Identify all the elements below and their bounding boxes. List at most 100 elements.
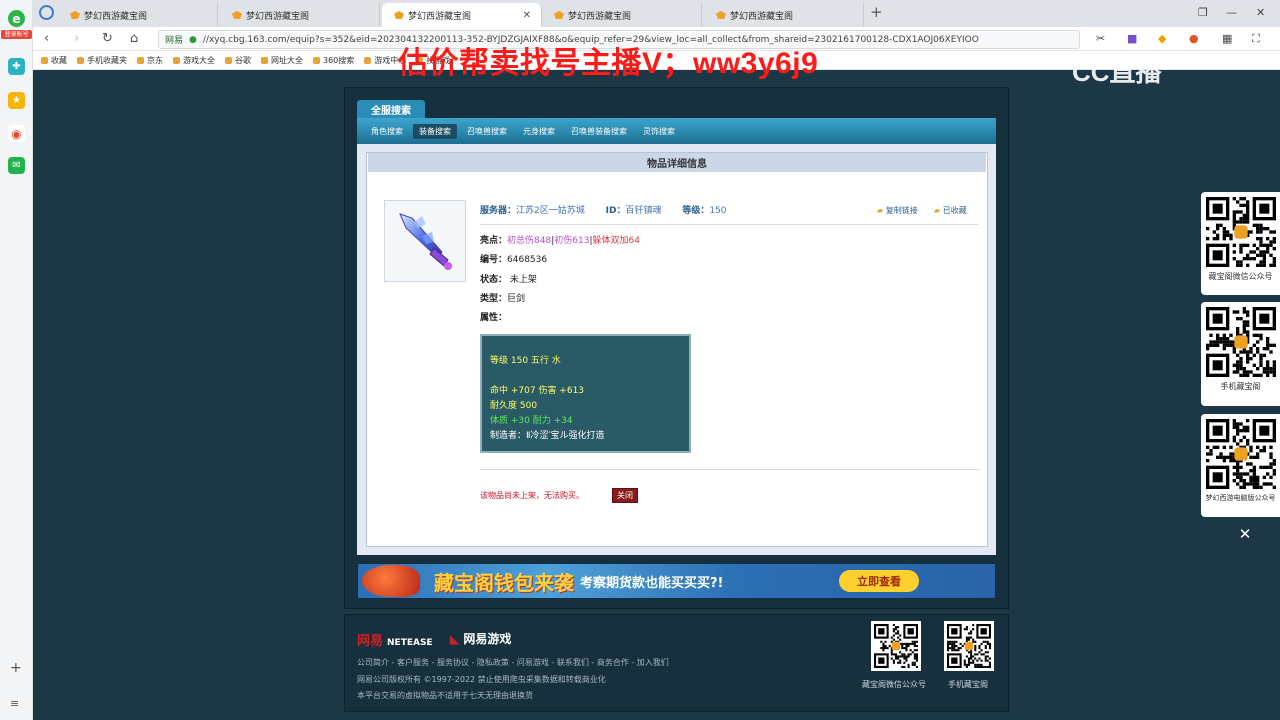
bookmark[interactable]: 网址大全 bbox=[261, 55, 303, 66]
menu-icon[interactable]: ≡ bbox=[10, 697, 19, 710]
extension-icon[interactable]: ■ bbox=[1127, 32, 1137, 45]
bookmark[interactable]: 手机收藏夹 bbox=[77, 55, 127, 66]
tab-favicon-icon bbox=[716, 11, 726, 19]
subnav-lingshi-search[interactable]: 灵饰搜索 bbox=[637, 124, 681, 139]
footer-qr-wechat bbox=[871, 621, 921, 671]
grid-icon[interactable]: ▦ bbox=[1222, 32, 1232, 45]
status-label: 状态： bbox=[480, 275, 508, 285]
side-qr-label: 手机藏宝阁 bbox=[1220, 382, 1261, 391]
subnav-pet-search[interactable]: 召唤兽搜索 bbox=[461, 124, 513, 139]
attributes-label: 属性： bbox=[480, 313, 508, 323]
banner-subtext: 考察期货款也能买买买?! bbox=[580, 575, 724, 591]
close-window-icon[interactable]: ✕ bbox=[1256, 6, 1265, 19]
item-image bbox=[384, 200, 466, 282]
subnav-pet-equip-search[interactable]: 召唤兽装备搜索 bbox=[565, 124, 633, 139]
highlights-row: 亮点：初总伤848|初伤613|躲体双加64 bbox=[480, 236, 640, 246]
mail-icon[interactable]: ✉ bbox=[8, 157, 25, 174]
netease-games-logo: ◣ 网易游戏 bbox=[450, 632, 512, 646]
back-icon[interactable]: ‹ bbox=[44, 31, 49, 46]
browser-home-icon[interactable] bbox=[39, 5, 54, 20]
new-tab-button[interactable]: + bbox=[870, 3, 883, 21]
tab-favicon-icon bbox=[232, 11, 242, 19]
stat-line: 命中 +707 伤害 +613 bbox=[490, 386, 585, 396]
qr-code-icon bbox=[947, 624, 991, 668]
maker-line: 制造者：Ⅱ冷涩′宝ル强化打造 bbox=[490, 431, 605, 441]
fullscreen-icon[interactable]: ⛶ bbox=[1252, 32, 1260, 46]
qr-code-icon bbox=[1205, 419, 1276, 489]
star-icon[interactable]: ★ bbox=[8, 92, 25, 109]
bookmark[interactable]: 收藏 bbox=[41, 55, 67, 66]
copy-link-button[interactable]: ▰ 复制链接 bbox=[877, 205, 918, 216]
status-row: 状态： 未上架 bbox=[480, 272, 537, 285]
side-qr-card: 梦幻西游电脑版公众号 bbox=[1201, 414, 1280, 517]
minimize-window-icon[interactable]: — bbox=[1226, 6, 1237, 19]
login-badge[interactable]: 登录账号 bbox=[1, 30, 32, 39]
divider bbox=[480, 224, 978, 225]
server-value: 江苏2区一姑苏城 bbox=[516, 206, 585, 216]
status-value: 未上架 bbox=[509, 275, 537, 285]
favorite-icon: ▰ bbox=[934, 206, 941, 215]
game-icon[interactable]: ● bbox=[1189, 32, 1199, 45]
weibo-icon[interactable]: ◉ bbox=[8, 125, 25, 142]
banner-character-icon bbox=[362, 565, 420, 597]
type-row: 类型：巨剑 bbox=[480, 291, 525, 304]
footer-links[interactable]: 公司简介 - 客户服务 - 服务协议 - 隐私政策 - 问易游戏 - 联系我们 … bbox=[357, 657, 669, 668]
server-label: 服务器： bbox=[480, 206, 517, 216]
browser-side-rail: e 登录账号 ✚ ★ ◉ ✉ + ≡ bbox=[0, 0, 33, 720]
bookmark[interactable]: 谷歌 bbox=[225, 55, 251, 66]
forward-icon[interactable]: › bbox=[74, 31, 79, 46]
purchase-notice: 该物品尚未上架，无法购买。 bbox=[480, 491, 584, 500]
stat-line: 体质 +30 耐力 +34 bbox=[490, 416, 573, 426]
type-label: 类型： bbox=[480, 294, 508, 304]
banner-view-button[interactable]: 立即查看 bbox=[839, 570, 919, 592]
side-qr-label: 藏宝阁微信公众号 bbox=[1208, 272, 1273, 281]
type-value: 巨剑 bbox=[507, 294, 526, 304]
panel-title: 物品详细信息 bbox=[368, 153, 986, 172]
browser-tab[interactable]: 梦幻西游藏宝阁 bbox=[58, 3, 218, 27]
side-qr-label: 梦幻西游电脑版公众号 bbox=[1205, 494, 1276, 502]
browser-tab-active[interactable]: 梦幻西游藏宝阁 ✕ bbox=[382, 3, 542, 27]
close-button[interactable]: 关闭 bbox=[612, 488, 638, 503]
subnav-role-search[interactable]: 角色搜索 bbox=[365, 124, 409, 139]
favorited-button[interactable]: ▰ 已收藏 bbox=[934, 205, 967, 216]
attributes-row: 属性： bbox=[480, 310, 507, 323]
restore-window-icon[interactable]: ❐ bbox=[1198, 6, 1208, 19]
qr-code-icon bbox=[1205, 307, 1276, 377]
subnav-equip-search[interactable]: 装备搜索 bbox=[413, 123, 457, 139]
id-label: ID： bbox=[605, 206, 626, 216]
bookmark[interactable]: 游戏大全 bbox=[173, 55, 215, 66]
tab-favicon-icon bbox=[394, 11, 404, 19]
tab-favicon-icon bbox=[70, 11, 80, 19]
browser-tab[interactable]: 梦幻西游藏宝阁 bbox=[704, 3, 864, 27]
shield-icon[interactable]: ◆ bbox=[1158, 32, 1166, 45]
scissors-icon[interactable]: ✂ bbox=[1096, 32, 1105, 45]
browser-tab[interactable]: 梦幻西游藏宝阁 bbox=[542, 3, 702, 27]
side-qr-card: 手机藏宝阁 bbox=[1201, 302, 1280, 406]
highlights-label: 亮点： bbox=[480, 236, 508, 246]
browser-logo-icon[interactable]: e bbox=[8, 10, 25, 27]
subnav-yuanshen-search[interactable]: 元身搜索 bbox=[517, 124, 561, 139]
qr-code-icon bbox=[874, 624, 918, 668]
apps-icon[interactable]: ✚ bbox=[8, 58, 25, 75]
add-icon[interactable]: + bbox=[10, 660, 22, 676]
highlight-tag: 躲体双加64 bbox=[592, 236, 640, 246]
bookmark[interactable]: 360搜索 bbox=[313, 55, 354, 66]
close-tab-icon[interactable]: ✕ bbox=[523, 10, 531, 21]
item-stats-box: 等级 150 五行 水 命中 +707 伤害 +613 耐久度 500 体质 +… bbox=[480, 334, 691, 453]
footer-disclaimer: 本平台交易的虚拟物品不适用于七天无理由退换货 bbox=[357, 691, 533, 700]
divider bbox=[480, 469, 980, 470]
serial-row: 编号：6468536 bbox=[480, 252, 547, 265]
reload-icon[interactable]: ↻ bbox=[102, 31, 113, 46]
level-label: 等级： bbox=[682, 206, 710, 216]
banner-headline: 藏宝阁钱包来袭 bbox=[434, 570, 574, 595]
home-icon[interactable]: ⌂ bbox=[130, 31, 138, 46]
search-header-tab[interactable]: 全服搜索 bbox=[357, 100, 425, 118]
side-qr-card: 藏宝阁微信公众号 bbox=[1201, 192, 1280, 295]
bookmark[interactable]: 京东 bbox=[137, 55, 163, 66]
serial-value: 6468536 bbox=[507, 255, 548, 265]
close-qr-icon[interactable]: ✕ bbox=[1235, 525, 1255, 545]
sword-icon bbox=[399, 213, 452, 270]
browser-tab[interactable]: 梦幻西游藏宝阁 bbox=[220, 3, 380, 27]
stream-promo-overlay: 估价帮卖找号主播V；ww3y6j9 bbox=[398, 47, 819, 80]
footer-copyright: 网易公司版权所有 ©1997-2022 禁止使用爬虫采集数据和转载商业化 bbox=[357, 675, 606, 684]
